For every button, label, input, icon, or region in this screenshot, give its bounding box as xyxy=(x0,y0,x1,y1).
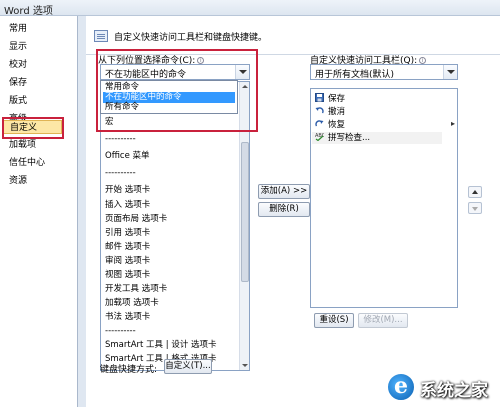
sidebar-item-save[interactable]: 保存 xyxy=(9,76,27,90)
reset-button[interactable]: 重设(S) xyxy=(314,313,354,328)
qat-item-label: 保存 xyxy=(328,94,346,104)
options-sidebar: 常用 显示 校对 保存 版式 高级 自定义 加载项 信任中心 资源 xyxy=(0,16,78,407)
info-icon: i xyxy=(419,57,427,64)
list-item[interactable]: 插入 选项卡 xyxy=(105,199,150,211)
sidebar-item-trust-center[interactable]: 信任中心 xyxy=(9,156,45,170)
list-item[interactable]: 审阅 选项卡 xyxy=(105,255,150,267)
list-item[interactable]: ---------- xyxy=(105,133,136,145)
list-item[interactable]: SmartArt 工具 | 设计 选项卡 xyxy=(105,339,217,351)
customize-keyboard-button[interactable]: 自定义(T)... xyxy=(164,359,212,374)
list-item[interactable]: 开始 选项卡 xyxy=(105,184,150,196)
highlight-box-choose-commands xyxy=(96,49,258,132)
sidebar-item-proofing[interactable]: 校对 xyxy=(9,58,27,72)
qat-item-label: 恢复 xyxy=(328,120,346,130)
sidebar-item-display[interactable]: 显示 xyxy=(9,40,27,54)
list-item[interactable]: 撤消 xyxy=(315,106,345,118)
move-down-button[interactable] xyxy=(468,202,482,214)
list-item[interactable]: 视图 选项卡 xyxy=(105,269,150,281)
remove-button[interactable]: 删除(R) xyxy=(258,202,310,217)
list-item[interactable]: 邮件 选项卡 xyxy=(105,241,150,253)
qat-scope-combo-value: 用于所有文档(默认) xyxy=(315,70,395,80)
list-item[interactable]: 恢复 xyxy=(315,119,345,131)
list-item[interactable]: ---------- xyxy=(105,325,136,337)
scroll-down-icon[interactable] xyxy=(240,360,249,370)
list-item[interactable]: 保存 xyxy=(315,93,345,105)
sidebar-item-popular[interactable]: 常用 xyxy=(9,22,27,36)
spellcheck-icon: ABC xyxy=(315,133,324,141)
list-item[interactable]: 加载项 选项卡 xyxy=(105,297,159,309)
qat-scope-combo[interactable]: 用于所有文档(默认) xyxy=(310,64,458,80)
sidebar-item-layout[interactable]: 版式 xyxy=(9,94,27,108)
list-item[interactable]: ABC 拼写检查... xyxy=(312,132,442,144)
qat-commands-listbox[interactable]: 保存 撤消 恢复 ABC 拼写检查... ▸ xyxy=(310,88,458,308)
sidebar-item-addins[interactable]: 加载项 xyxy=(9,138,36,152)
scroll-thumb[interactable] xyxy=(241,142,249,282)
site-logo-icon xyxy=(386,372,416,402)
qat-item-label: 撤消 xyxy=(328,107,346,117)
list-item[interactable]: 开发工具 选项卡 xyxy=(105,283,167,295)
customize-toolbar-icon xyxy=(94,30,108,42)
save-icon xyxy=(315,93,324,102)
undo-icon xyxy=(315,107,324,114)
page-heading: 自定义快速访问工具栏和键盘快捷键。 xyxy=(114,33,268,43)
keyboard-shortcuts-label: 键盘快捷方式: xyxy=(100,365,158,375)
list-item[interactable]: 书法 选项卡 xyxy=(105,311,150,323)
customize-panel: 自定义快速访问工具栏和键盘快捷键。 从下列位置选择命令(C): i 不在功能区中的… xyxy=(86,16,500,407)
qat-item-label: 拼写检查... xyxy=(328,133,371,143)
list-item[interactable]: Office 菜单 xyxy=(105,150,150,162)
redo-icon xyxy=(315,120,324,127)
list-item[interactable]: 引用 选项卡 xyxy=(105,227,150,239)
highlight-box-sidebar xyxy=(2,117,64,139)
sidebar-item-resources[interactable]: 资源 xyxy=(9,174,27,188)
window-title: Word 选项 xyxy=(4,6,53,17)
move-up-button[interactable] xyxy=(468,186,482,198)
watermark: 系统之家 xyxy=(380,366,500,407)
title-bar: Word 选项 xyxy=(0,0,500,17)
chevron-right-icon: ▸ xyxy=(451,119,456,128)
list-item[interactable]: ---------- xyxy=(105,167,136,179)
modify-button[interactable]: 修改(M)... xyxy=(358,313,408,328)
list-item[interactable]: 页面布局 选项卡 xyxy=(105,213,167,225)
watermark-text: 系统之家 xyxy=(420,381,488,401)
add-button[interactable]: 添加(A) >> xyxy=(258,184,310,199)
chevron-down-icon[interactable] xyxy=(443,65,457,79)
